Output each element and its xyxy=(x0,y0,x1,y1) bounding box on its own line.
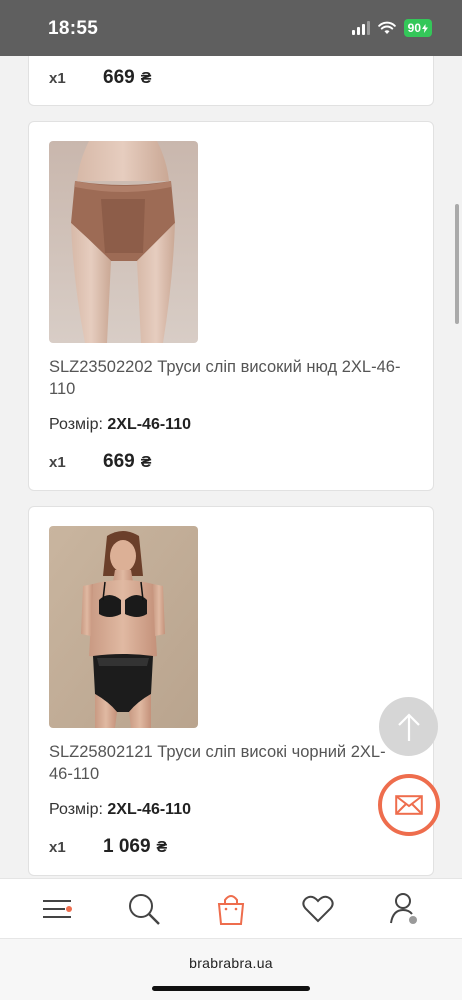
item-quantity: x1 xyxy=(49,839,66,856)
cart-items-list[interactable]: x1 669 ₴ SLZ23502202 Труси сліп високий … xyxy=(0,56,462,878)
cart-bag-icon xyxy=(217,894,245,925)
size-value: 2XL-46-110 xyxy=(107,801,191,818)
nav-cart-button[interactable] xyxy=(206,884,256,934)
item-quantity: x1 xyxy=(49,70,66,87)
menu-icon xyxy=(43,899,73,918)
url-text[interactable]: brabrabra.ua xyxy=(0,955,462,971)
size-value: 2XL-46-110 xyxy=(107,416,191,433)
home-indicator[interactable] xyxy=(152,986,310,991)
status-bar: 18:55 90 xyxy=(0,0,462,56)
contact-message-button[interactable] xyxy=(378,774,440,836)
item-quantity: x1 xyxy=(49,454,66,471)
product-image-nude-briefs[interactable] xyxy=(49,141,198,343)
bottom-navigation xyxy=(0,878,462,938)
currency-symbol: ₴ xyxy=(156,839,168,856)
price-value: 1 069 xyxy=(103,836,151,857)
size-label: Розмір: xyxy=(49,416,103,433)
envelope-icon xyxy=(395,795,423,815)
product-size: Розмір: 2XL-46-110 xyxy=(49,801,191,819)
heart-icon xyxy=(302,895,334,922)
product-size: Розмір: 2XL-46-110 xyxy=(49,416,191,434)
cart-item-card: SLZ23502202 Труси сліп високий нюд 2XL-4… xyxy=(28,121,434,491)
page-scrollbar[interactable] xyxy=(455,204,459,324)
size-label: Розмір: xyxy=(49,801,103,818)
signal-icon xyxy=(351,21,370,35)
battery-level: 90 xyxy=(407,21,421,35)
product-image-black-lingerie[interactable] xyxy=(49,526,198,728)
arrow-up-icon xyxy=(397,712,420,741)
product-name[interactable]: SLZ25802121 Труси сліп високі чорний 2XL… xyxy=(49,741,409,785)
wifi-icon xyxy=(377,21,396,35)
price-value: 669 xyxy=(103,451,135,472)
search-icon xyxy=(129,893,161,925)
nav-profile-button[interactable] xyxy=(380,884,430,934)
nav-menu-button[interactable] xyxy=(32,884,82,934)
cart-item-card: SLZ25802121 Труси сліп високі чорний 2XL… xyxy=(28,506,434,876)
product-name[interactable]: SLZ23502202 Труси сліп високий нюд 2XL-4… xyxy=(49,356,409,400)
item-price: 1 069 ₴ xyxy=(103,836,167,858)
nav-wishlist-button[interactable] xyxy=(293,884,343,934)
currency-symbol: ₴ xyxy=(140,70,152,87)
battery-indicator: 90 xyxy=(403,19,432,37)
status-icons: 90 xyxy=(351,19,432,37)
cart-item-card: x1 669 ₴ xyxy=(28,56,434,106)
scroll-to-top-button[interactable] xyxy=(379,697,438,756)
status-time: 18:55 xyxy=(48,18,99,39)
item-price: 669 ₴ xyxy=(103,67,151,89)
nav-search-button[interactable] xyxy=(119,884,169,934)
item-price: 669 ₴ xyxy=(103,451,151,473)
price-value: 669 xyxy=(103,67,135,88)
currency-symbol: ₴ xyxy=(140,454,152,471)
charging-bolt-icon xyxy=(422,23,428,33)
user-icon xyxy=(389,892,417,924)
